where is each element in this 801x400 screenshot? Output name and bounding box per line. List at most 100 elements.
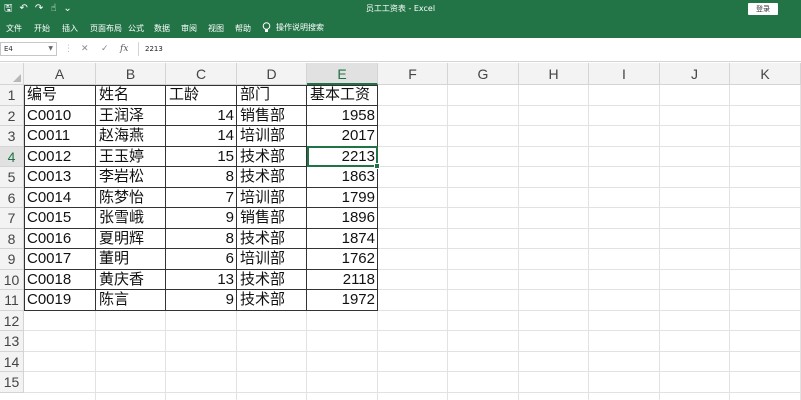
table-cell[interactable]: 培训部: [237, 249, 307, 270]
table-cell[interactable]: 陈言: [96, 290, 166, 311]
table-cell[interactable]: 培训部: [237, 126, 307, 147]
table-cell[interactable]: 6: [166, 249, 237, 270]
table-cell[interactable]: 1896: [307, 208, 378, 229]
fill-handle[interactable]: [374, 163, 380, 169]
worksheet-grid[interactable]: A B C D E F G H I J K 1 2 3 4 5 6 7 8 9 10 11 12 13 14 15 编号 姓名 工龄 部门…: [0, 63, 801, 400]
table-cell[interactable]: 赵海燕: [96, 126, 166, 147]
table-cell[interactable]: 技术部: [237, 290, 307, 311]
table-header-cell[interactable]: 姓名: [96, 85, 166, 106]
name-box[interactable]: E4 ▼: [0, 42, 57, 56]
table-cell[interactable]: C0019: [24, 290, 96, 311]
table-header-cell[interactable]: 编号: [24, 85, 96, 106]
table-cell[interactable]: C0012: [24, 147, 96, 168]
login-button[interactable]: 登录: [748, 3, 778, 15]
enter-icon[interactable]: ✓: [101, 43, 109, 55]
table-cell[interactable]: 13: [166, 270, 237, 291]
column-header-b[interactable]: B: [96, 63, 166, 85]
table-cell[interactable]: 15: [166, 147, 237, 168]
row-header-7[interactable]: 7: [0, 208, 24, 229]
row-header-15[interactable]: 15: [0, 372, 24, 393]
row-header-14[interactable]: 14: [0, 351, 24, 372]
column-header-d[interactable]: D: [237, 63, 307, 85]
column-header-c[interactable]: C: [166, 63, 237, 85]
row-header-10[interactable]: 10: [0, 269, 24, 290]
tab-page-layout[interactable]: 页面布局: [90, 23, 122, 34]
table-cell[interactable]: 陈梦怡: [96, 188, 166, 209]
table-cell[interactable]: 1958: [307, 106, 378, 127]
table-cell[interactable]: 8: [166, 167, 237, 188]
table-cell[interactable]: 2118: [307, 270, 378, 291]
table-cell[interactable]: 王玉婷: [96, 147, 166, 168]
table-header-cell[interactable]: 工龄: [166, 85, 237, 106]
row-header-4[interactable]: 4: [0, 146, 24, 167]
table-header-cell[interactable]: 基本工资: [307, 85, 378, 106]
table-cell[interactable]: C0016: [24, 229, 96, 250]
table-cell[interactable]: 14: [166, 106, 237, 127]
table-cell[interactable]: 黄庆香: [96, 270, 166, 291]
table-cell[interactable]: 技术部: [237, 229, 307, 250]
row-header-12[interactable]: 12: [0, 310, 24, 331]
table-cell[interactable]: C0014: [24, 188, 96, 209]
row-header-2[interactable]: 2: [0, 105, 24, 126]
table-cell[interactable]: 2017: [307, 126, 378, 147]
tab-help[interactable]: 帮助: [235, 23, 251, 34]
column-header-i[interactable]: I: [589, 63, 660, 85]
column-header-e[interactable]: E: [307, 63, 378, 85]
table-cell[interactable]: C0013: [24, 167, 96, 188]
row-header-6[interactable]: 6: [0, 187, 24, 208]
row-header-13[interactable]: 13: [0, 331, 24, 352]
table-cell[interactable]: 技术部: [237, 270, 307, 291]
tell-me-search[interactable]: 操作说明搜索: [262, 22, 324, 33]
row-header-5[interactable]: 5: [0, 167, 24, 188]
table-cell[interactable]: 夏明辉: [96, 229, 166, 250]
table-cell[interactable]: 技术部: [237, 147, 307, 168]
column-header-g[interactable]: G: [448, 63, 519, 85]
tab-formulas[interactable]: 公式: [128, 23, 144, 34]
row-header-8[interactable]: 8: [0, 228, 24, 249]
tab-view[interactable]: 视图: [208, 23, 224, 34]
select-all-button[interactable]: [0, 63, 24, 85]
table-cell[interactable]: 1874: [307, 229, 378, 250]
table-cell[interactable]: 14: [166, 126, 237, 147]
table-header-cell[interactable]: 部门: [237, 85, 307, 106]
table-cell[interactable]: 9: [166, 208, 237, 229]
insert-function-icon[interactable]: fx: [120, 43, 128, 55]
table-cell[interactable]: C0017: [24, 249, 96, 270]
table-cell[interactable]: 技术部: [237, 167, 307, 188]
table-cell[interactable]: 9: [166, 290, 237, 311]
formula-input[interactable]: 2213: [138, 42, 801, 56]
table-cell[interactable]: 董明: [96, 249, 166, 270]
row-header-11[interactable]: 11: [0, 290, 24, 311]
row-header-9[interactable]: 9: [0, 249, 24, 270]
table-cell[interactable]: 1799: [307, 188, 378, 209]
table-cell[interactable]: 王润泽: [96, 106, 166, 127]
chevron-down-icon[interactable]: ▼: [48, 43, 53, 55]
cancel-icon[interactable]: ✕: [81, 43, 89, 55]
table-cell[interactable]: 销售部: [237, 106, 307, 127]
tab-file[interactable]: 文件: [6, 23, 22, 34]
tab-home[interactable]: 开始: [34, 23, 50, 34]
table-cell[interactable]: 1972: [307, 290, 378, 311]
row-header-3[interactable]: 3: [0, 126, 24, 147]
row-header-1[interactable]: 1: [0, 85, 24, 106]
table-cell[interactable]: 8: [166, 229, 237, 250]
table-cell[interactable]: C0018: [24, 270, 96, 291]
table-cell[interactable]: 1863: [307, 167, 378, 188]
table-cell[interactable]: 7: [166, 188, 237, 209]
table-cell[interactable]: 培训部: [237, 188, 307, 209]
column-header-a[interactable]: A: [24, 63, 96, 85]
table-cell[interactable]: C0015: [24, 208, 96, 229]
column-header-f[interactable]: F: [378, 63, 448, 85]
table-cell[interactable]: 销售部: [237, 208, 307, 229]
column-header-k[interactable]: K: [730, 63, 801, 85]
table-cell[interactable]: 1762: [307, 249, 378, 270]
table-cell[interactable]: C0010: [24, 106, 96, 127]
column-header-j[interactable]: J: [660, 63, 730, 85]
table-cell[interactable]: C0011: [24, 126, 96, 147]
table-cell[interactable]: 张雪峨: [96, 208, 166, 229]
tab-review[interactable]: 审阅: [181, 23, 197, 34]
tab-insert[interactable]: 插入: [62, 23, 78, 34]
table-cell[interactable]: 李岩松: [96, 167, 166, 188]
column-header-h[interactable]: H: [519, 63, 589, 85]
tab-data[interactable]: 数据: [154, 23, 170, 34]
